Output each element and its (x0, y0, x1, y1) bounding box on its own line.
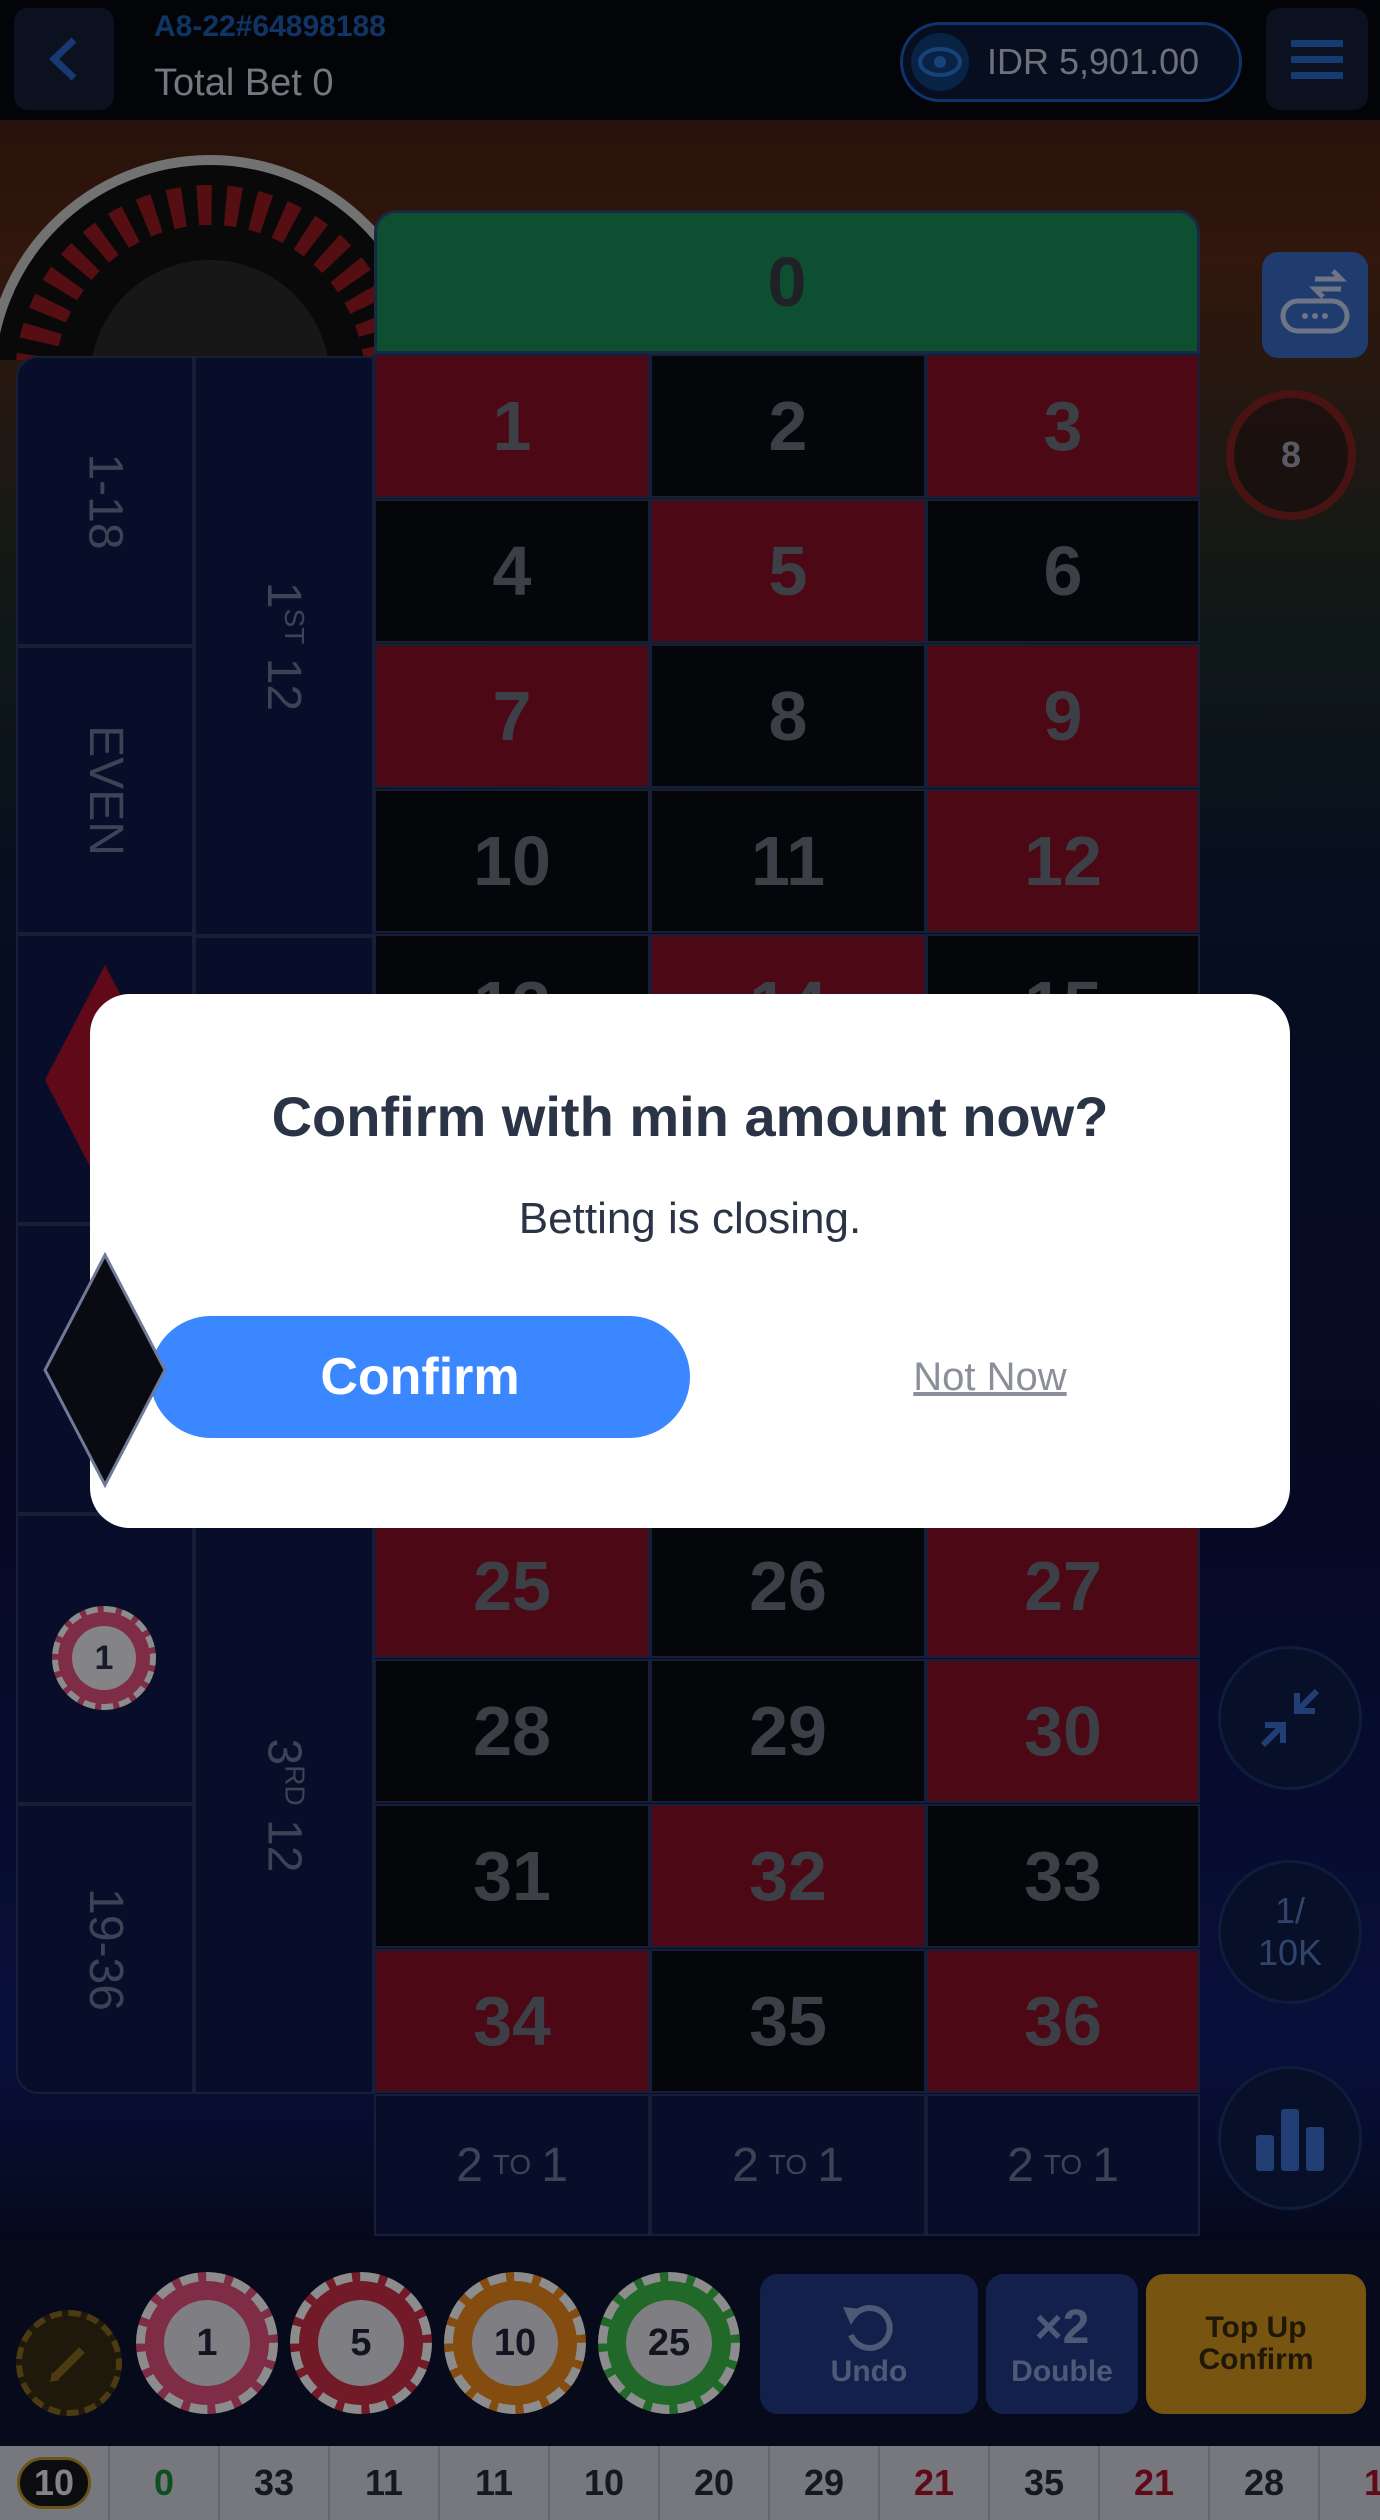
dialog-title: Confirm with min amount now? (271, 1085, 1109, 1148)
confirm-button[interactable]: Confirm (150, 1316, 690, 1438)
not-now-button[interactable]: Not Now (790, 1316, 1190, 1438)
confirm-dialog: Confirm with min amount now? Betting is … (90, 994, 1290, 1528)
dialog-message: Betting is closing. (518, 1194, 862, 1243)
black-diamond-icon (43, 1251, 167, 1489)
